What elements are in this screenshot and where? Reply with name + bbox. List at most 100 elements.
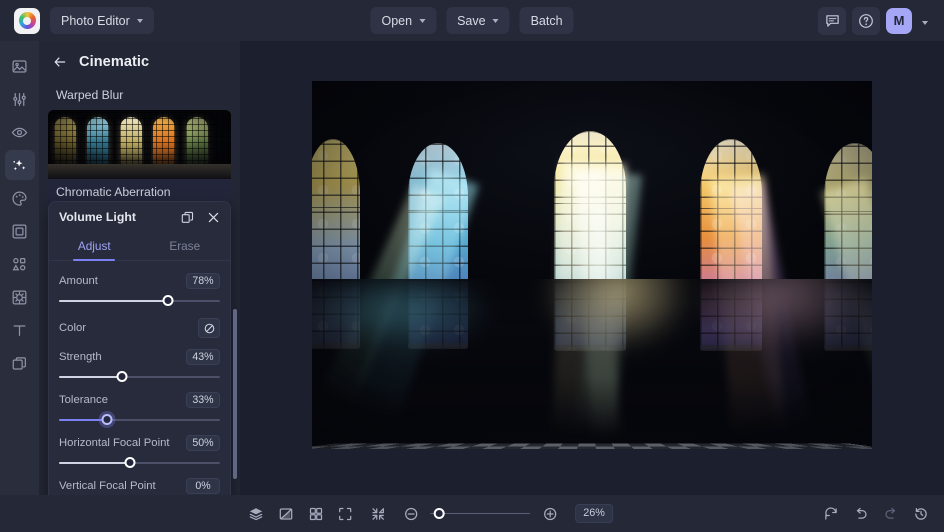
sidebar-item-frame[interactable] [5,216,35,246]
tab-erase[interactable]: Erase [140,232,231,260]
top-toolbar: Photo Editor Open Save Batch [0,0,944,41]
top-toolbar-right: M [818,7,936,35]
question-circle-icon [858,13,874,29]
reset-button[interactable] [817,501,844,527]
tolerance-slider[interactable] [59,411,220,428]
slider-knob[interactable] [163,295,174,306]
sidebar-item-shapes[interactable] [5,249,35,279]
mode-selector-button[interactable]: Photo Editor [50,7,154,34]
sidebar-item-layers[interactable] [5,348,35,378]
top-toolbar-center: Open Save Batch [370,7,573,34]
slider-knob[interactable] [116,371,127,382]
panel-scrollbar[interactable] [233,309,237,479]
sidebar-item-color[interactable] [5,183,35,213]
compare-button[interactable] [272,501,299,527]
app-logo[interactable] [14,8,40,34]
fit-screen-button[interactable] [331,501,358,527]
slider-knob[interactable] [124,457,135,468]
zoom-out-icon [403,506,419,522]
layers-stack-icon [11,355,28,372]
reset-icon [823,506,839,522]
strength-slider[interactable] [59,368,220,385]
control-tolerance: Tolerance 33% [59,390,220,428]
actual-size-button[interactable] [364,501,391,527]
control-amount: Amount 78% [59,271,220,309]
sidebar-item-effects[interactable] [5,150,35,180]
undo-button[interactable] [847,501,874,527]
bottom-toolbar-right [817,501,934,527]
history-icon [913,506,929,522]
sidebar-item-adjust[interactable] [5,84,35,114]
actual-size-icon [370,506,386,522]
close-effect-button[interactable] [203,207,223,227]
control-value[interactable]: 0% [186,478,220,495]
amount-slider[interactable] [59,292,220,309]
color-swatch-button[interactable] [198,318,220,338]
control-label: Vertical Focal Point [59,480,156,492]
slider-fill [59,419,107,421]
open-button[interactable]: Open [370,7,436,34]
control-strength: Strength 43% [59,347,220,385]
sidebar-item-retouch[interactable] [5,117,35,147]
panel-header: Cinematic [39,41,240,82]
photo-editor-app: Photo Editor Open Save Batch [0,0,944,532]
checkered-floor [312,279,872,449]
history-button[interactable] [907,501,934,527]
no-color-icon [203,322,216,335]
duplicate-effect-button[interactable] [177,207,197,227]
effects-panel: Cinematic Warped Blur Chromatic [39,41,240,495]
effect-card-tabs: Adjust Erase [49,232,230,261]
save-button-label: Save [457,14,486,28]
zoom-out-button[interactable] [397,501,424,527]
sidebar-item-text[interactable] [5,315,35,345]
sidebar-item-image[interactable] [5,51,35,81]
back-button[interactable] [47,49,73,75]
tab-adjust[interactable]: Adjust [49,232,140,260]
slider-fill [59,376,122,378]
control-value[interactable]: 50% [186,435,220,452]
sidebar-item-overlay[interactable] [5,282,35,312]
canvas-area[interactable] [240,41,944,495]
help-button[interactable] [852,7,880,35]
effect-list: Warped Blur Chromatic Aberration [39,82,240,206]
layers-button[interactable] [242,501,269,527]
effect-card-body: Amount 78% Color [49,261,230,495]
effect-thumbnail-image [48,110,231,179]
overlay-icon [11,289,28,306]
slider-knob[interactable] [102,414,113,425]
list-item[interactable]: Warped Blur [48,82,231,109]
control-value[interactable]: 78% [186,273,220,290]
zoom-in-icon [542,506,558,522]
effect-card-header: Volume Light [49,202,230,232]
chat-bubble-icon [825,13,840,28]
bottom-toolbar: 26% [0,495,944,532]
bottom-toolbar-center: 26% [331,501,613,527]
copy-icon [181,211,194,224]
floor-shading [312,279,872,449]
effect-card-title: Volume Light [59,210,171,224]
control-value[interactable]: 43% [186,349,220,366]
avatar[interactable]: M [886,8,912,34]
grid-view-button[interactable] [302,501,329,527]
zoom-in-button[interactable] [536,501,563,527]
control-value[interactable]: 33% [186,392,220,409]
horizontal-focal-point-slider[interactable] [59,454,220,471]
account-menu-button[interactable] [918,12,932,30]
zoom-slider[interactable] [430,507,530,521]
control-label: Horizontal Focal Point [59,437,170,449]
feedback-button[interactable] [818,7,846,35]
control-label: Color [59,322,86,334]
effect-settings-card: Volume Light Adjust [48,201,231,495]
frame-icon [11,223,28,240]
zoom-slider-knob[interactable] [434,508,445,519]
color-wheel-logo-icon [19,12,36,29]
save-button[interactable]: Save [446,7,510,34]
batch-button[interactable]: Batch [520,7,574,34]
effect-thumbnail-card[interactable]: Chromatic Aberration [48,110,231,206]
fit-screen-icon [337,506,353,522]
close-icon [207,211,220,224]
redo-button[interactable] [877,501,904,527]
zoom-level-value[interactable]: 26% [575,504,613,523]
photo-canvas[interactable] [312,81,872,449]
chevron-down-icon [137,19,143,23]
